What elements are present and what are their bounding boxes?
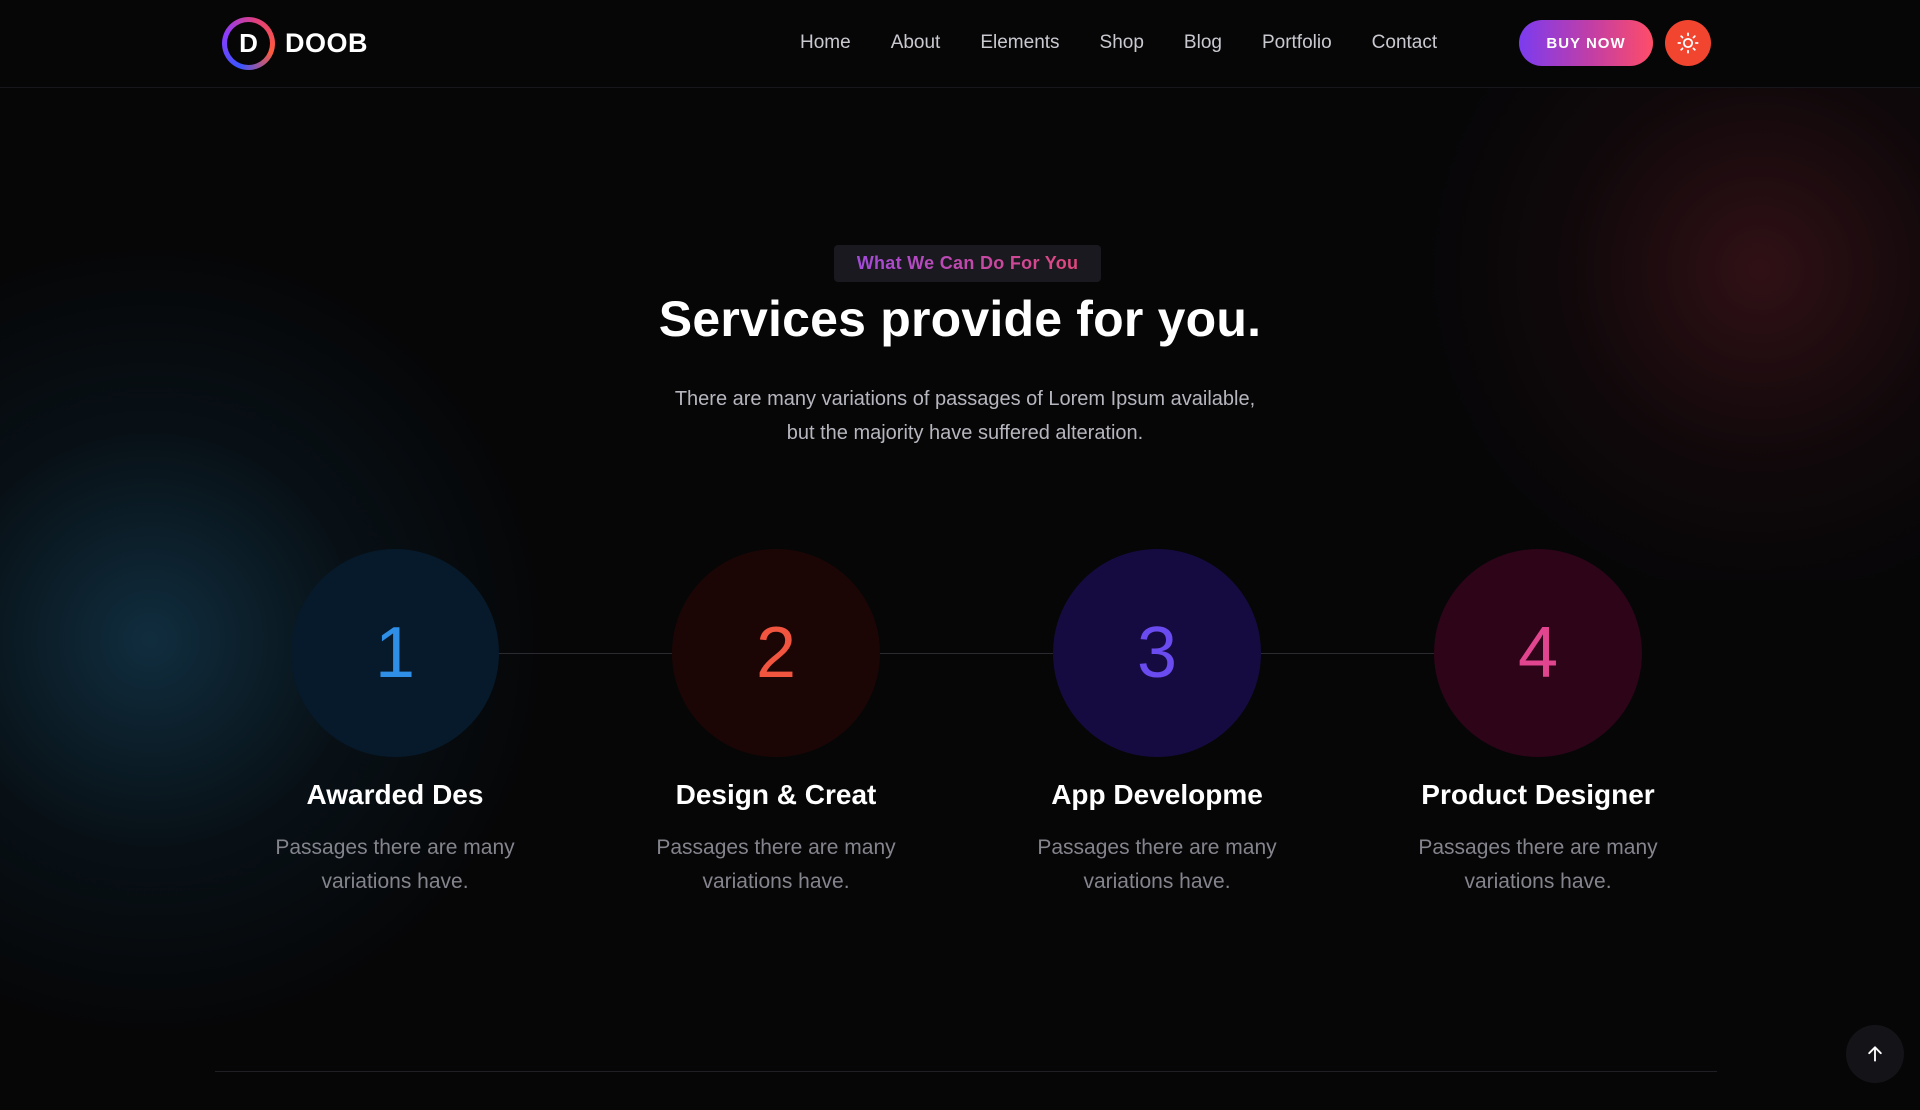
nav-home[interactable]: Home: [800, 32, 851, 54]
step-description: Passages there are many variations have.: [275, 836, 515, 893]
step-description: Passages there are many variations have.: [1037, 836, 1277, 893]
service-step-4: 4 Product Designer Passages there are ma…: [1348, 549, 1728, 899]
step-title: App Developme: [1051, 779, 1263, 810]
description-line-1: There are many variations of passages of…: [674, 388, 1256, 410]
nav-about[interactable]: About: [891, 32, 941, 54]
step-description: Passages there are many variations have.: [656, 836, 896, 893]
nav-portfolio[interactable]: Portfolio: [1262, 32, 1332, 54]
step-number-circle: 3: [1053, 549, 1261, 757]
service-step-3: 3 App Developme Passages there are many …: [967, 549, 1347, 899]
section-tagline: What We Can Do For You: [834, 245, 1101, 282]
tagline-text: What We Can Do For You: [856, 253, 1079, 273]
section-divider: [215, 1071, 1717, 1072]
nav-blog[interactable]: Blog: [1184, 32, 1222, 54]
description-line-2: but the majority have suffered alteratio…: [786, 422, 1144, 444]
buy-now-button[interactable]: BUY NOW: [1519, 20, 1653, 66]
step-title: Design & Creat: [675, 779, 877, 810]
section-title: Services provide for you.: [658, 291, 1262, 347]
service-step-2: 2 Design & Creat Passages there are many…: [586, 549, 966, 899]
main-nav: Home About Elements Shop Blog Portfolio …: [800, 0, 1477, 86]
sun-icon: [1677, 32, 1699, 54]
step-number-circle: 2: [672, 549, 880, 757]
nav-contact[interactable]: Contact: [1372, 32, 1437, 54]
site-header: D DOOB Home About Elements Shop Blog Por…: [0, 0, 1920, 88]
nav-shop[interactable]: Shop: [1100, 32, 1144, 54]
service-step-1: 1 Awarded Des Passages there are many va…: [205, 549, 585, 899]
step-description: Passages there are many variations have.: [1418, 836, 1658, 893]
step-title: Product Designer: [1421, 779, 1655, 810]
logo-letter: D: [227, 21, 270, 65]
step-title: Awarded Des: [306, 779, 484, 810]
nav-elements[interactable]: Elements: [980, 32, 1059, 54]
page: D DOOB Home About Elements Shop Blog Por…: [0, 0, 1920, 1110]
logo-mark: D: [222, 16, 275, 70]
scroll-to-top-button[interactable]: [1846, 1025, 1904, 1083]
logo[interactable]: D DOOB: [222, 16, 368, 70]
step-number-circle: 4: [1434, 549, 1642, 757]
section-description: There are many variations of passages of…: [560, 382, 1370, 450]
logo-text: DOOB: [285, 27, 368, 58]
step-number-circle: 1: [291, 549, 499, 757]
arrow-up-icon: [1868, 1046, 1882, 1062]
theme-toggle-button[interactable]: [1665, 20, 1711, 66]
